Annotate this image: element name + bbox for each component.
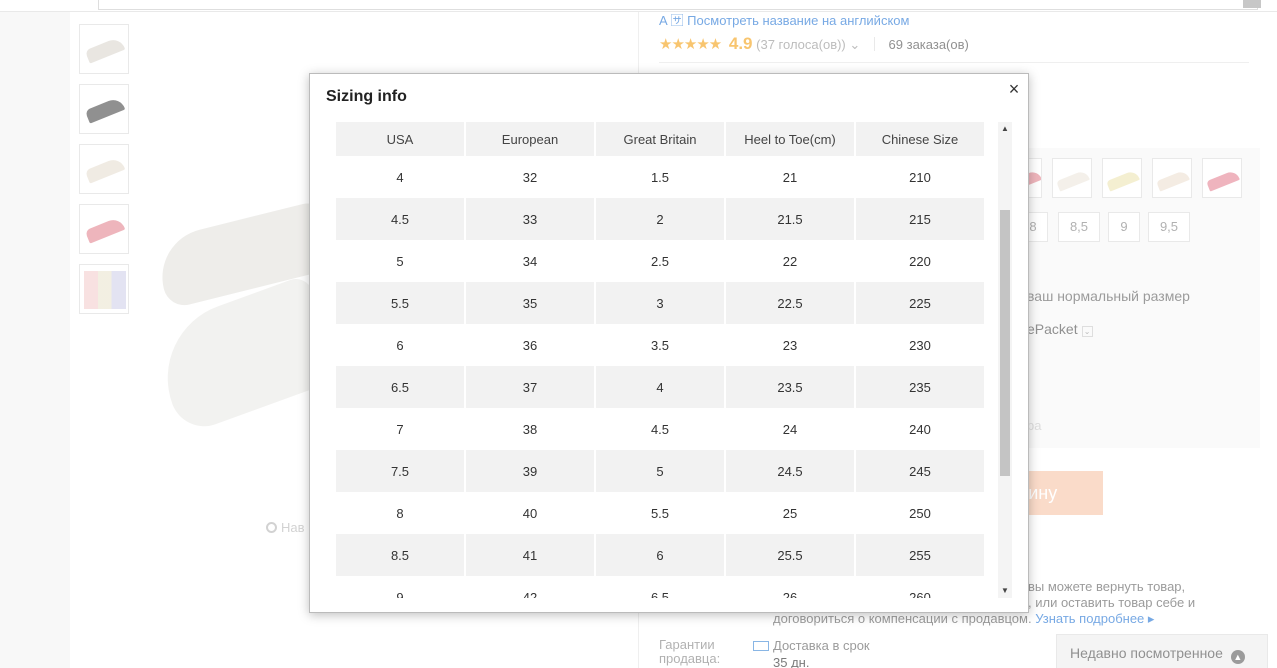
- table-cell: 3: [596, 282, 724, 324]
- table-cell: 225: [856, 282, 984, 324]
- table-cell: 32: [522, 169, 538, 185]
- dialog-title: Sizing info: [326, 88, 407, 105]
- table-row: 4 32 1.5 21 210: [336, 156, 984, 198]
- table-header-row: USA European Great Britain Heel to Toe(c…: [336, 122, 984, 156]
- table-cell: 21.5: [726, 198, 854, 240]
- table-cell: 245: [856, 450, 984, 492]
- table-cell: 42: [522, 589, 538, 599]
- table-scrollbar[interactable]: ▲ ▼: [998, 122, 1012, 598]
- table-cell: 25.5: [726, 534, 854, 576]
- table-cell: 37: [466, 366, 594, 408]
- table-row: 6.5 37 4 23.5 235: [336, 366, 984, 408]
- table-row: 5 34 2.5 22 220: [336, 240, 984, 282]
- table-cell: 7: [396, 421, 404, 437]
- table-cell: 22.5: [726, 282, 854, 324]
- table-cell: 4: [596, 366, 724, 408]
- close-icon[interactable]: ×: [1004, 79, 1024, 99]
- table-cell: 39: [466, 450, 594, 492]
- scroll-up-arrow-icon[interactable]: ▲: [998, 122, 1012, 136]
- table-cell: 210: [909, 169, 931, 185]
- table-cell: 24: [782, 421, 798, 437]
- table-cell: 255: [856, 534, 984, 576]
- table-row: 9 42 6.5 26 260: [336, 576, 984, 599]
- scroll-down-arrow-icon[interactable]: ▼: [998, 584, 1012, 598]
- column-header: Heel to Toe(cm): [726, 122, 854, 156]
- table-row: 7 38 4.5 24 240: [336, 408, 984, 450]
- table-cell: 4.5: [336, 198, 464, 240]
- table-cell: 9: [396, 589, 404, 599]
- table-row: 4.5 33 2 21.5 215: [336, 198, 984, 240]
- table-row: 8.5 41 6 25.5 255: [336, 534, 984, 576]
- table-cell: 6: [596, 534, 724, 576]
- table-cell: 25: [782, 505, 798, 521]
- table-cell: 8: [396, 505, 404, 521]
- table-cell: 22: [782, 253, 798, 269]
- table-cell: 6.5: [336, 366, 464, 408]
- column-header: Great Britain: [596, 122, 724, 156]
- table-cell: 4: [396, 169, 404, 185]
- table-cell: 24.5: [726, 450, 854, 492]
- table-cell: 215: [856, 198, 984, 240]
- size-table-container[interactable]: USA European Great Britain Heel to Toe(c…: [336, 122, 986, 598]
- table-row: 7.5 39 5 24.5 245: [336, 450, 984, 492]
- table-row: 8 40 5.5 25 250: [336, 492, 984, 534]
- table-cell: 38: [522, 421, 538, 437]
- table-cell: 2.5: [650, 253, 670, 269]
- table-cell: 220: [909, 253, 931, 269]
- table-cell: 5: [396, 253, 404, 269]
- scrollbar-thumb[interactable]: [1000, 210, 1010, 476]
- column-header: USA: [336, 122, 464, 156]
- table-cell: 41: [466, 534, 594, 576]
- table-cell: 2: [596, 198, 724, 240]
- table-row: 5.5 35 3 22.5 225: [336, 282, 984, 324]
- table-cell: 35: [466, 282, 594, 324]
- table-cell: 8.5: [336, 534, 464, 576]
- table-cell: 26: [782, 589, 798, 599]
- table-cell: 23: [782, 337, 798, 353]
- table-cell: 34: [522, 253, 538, 269]
- table-cell: 3.5: [650, 337, 670, 353]
- table-cell: 33: [466, 198, 594, 240]
- table-cell: 240: [909, 421, 931, 437]
- table-cell: 260: [909, 589, 931, 599]
- table-cell: 235: [856, 366, 984, 408]
- column-header: European: [466, 122, 594, 156]
- table-cell: 36: [522, 337, 538, 353]
- table-cell: 230: [909, 337, 931, 353]
- sizing-info-dialog: Sizing info × USA European Great Britain…: [309, 73, 1029, 613]
- table-cell: 4.5: [650, 421, 670, 437]
- table-cell: 40: [522, 505, 538, 521]
- table-cell: 1.5: [650, 169, 670, 185]
- table-cell: 7.5: [336, 450, 464, 492]
- table-cell: 6.5: [650, 589, 670, 599]
- table-cell: 5.5: [336, 282, 464, 324]
- table-row: 6 36 3.5 23 230: [336, 324, 984, 366]
- table-cell: 23.5: [726, 366, 854, 408]
- column-header: Chinese Size: [856, 122, 984, 156]
- table-cell: 21: [782, 169, 798, 185]
- size-table: USA European Great Britain Heel to Toe(c…: [336, 122, 986, 598]
- table-cell: 6: [396, 337, 404, 353]
- table-cell: 250: [909, 505, 931, 521]
- table-cell: 5.5: [650, 505, 670, 521]
- table-cell: 5: [596, 450, 724, 492]
